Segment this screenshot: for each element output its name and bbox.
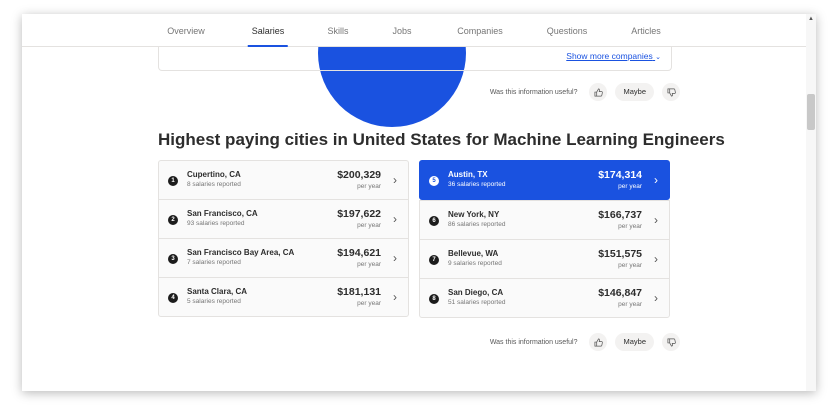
salary-period: per year xyxy=(357,261,381,268)
salaries-count: 7 salaries reported xyxy=(187,259,241,266)
salaries-count: 51 salaries reported xyxy=(448,299,506,306)
city-row[interactable]: 3 San Francisco Bay Area, CA 7 salaries … xyxy=(158,238,409,278)
tab-companies[interactable]: Companies xyxy=(457,14,503,46)
cities-column-right: 5 Austin, TX 36 salaries reported $174,3… xyxy=(419,160,670,318)
chevron-right-icon: › xyxy=(393,212,397,226)
city-row[interactable]: 2 San Francisco, CA 93 salaries reported… xyxy=(158,199,409,239)
chevron-down-icon: ⌄ xyxy=(655,54,661,61)
thumbs-up-icon xyxy=(594,338,603,346)
salary-period: per year xyxy=(618,183,642,190)
maybe-button[interactable]: Maybe xyxy=(615,333,654,351)
tab-overview[interactable]: Overview xyxy=(167,14,205,46)
city-name: San Francisco, CA xyxy=(187,209,258,218)
city-name: Austin, TX xyxy=(448,170,488,179)
chevron-right-icon: › xyxy=(393,173,397,187)
cities-column-left: 1 Cupertino, CA 8 salaries reported $200… xyxy=(158,160,409,317)
city-row[interactable]: 6 New York, NY 86 salaries reported $166… xyxy=(419,200,670,240)
chevron-right-icon: › xyxy=(654,252,658,266)
city-salary: $181,131 xyxy=(337,286,381,298)
salaries-count: 5 salaries reported xyxy=(187,298,241,305)
city-row[interactable]: 8 San Diego, CA 51 salaries reported $14… xyxy=(419,278,670,318)
city-salary: $166,737 xyxy=(598,209,642,221)
tab-salaries[interactable]: Salaries xyxy=(247,14,288,47)
city-name: San Diego, CA xyxy=(448,288,504,297)
rank-badge: 8 xyxy=(429,294,439,304)
city-salary: $174,314 xyxy=(598,169,642,181)
chevron-right-icon: › xyxy=(393,251,397,265)
companies-panel: Show more companies ⌄ xyxy=(158,46,672,71)
salaries-count: 86 salaries reported xyxy=(448,221,506,228)
chevron-right-icon: › xyxy=(654,213,658,227)
salaries-count: 36 salaries reported xyxy=(448,181,506,188)
city-salary: $146,847 xyxy=(598,287,642,299)
chevron-right-icon: › xyxy=(654,291,658,305)
thumbs-down-icon xyxy=(667,338,676,346)
salary-period: per year xyxy=(357,300,381,307)
show-more-label: Show more companies xyxy=(566,51,653,61)
salaries-count: 8 salaries reported xyxy=(187,181,241,188)
show-more-companies-link[interactable]: Show more companies ⌄ xyxy=(566,51,661,61)
city-name: Bellevue, WA xyxy=(448,249,499,258)
tab-articles[interactable]: Articles xyxy=(631,14,661,46)
salary-period: per year xyxy=(357,222,381,229)
salary-period: per year xyxy=(618,301,642,308)
city-name: San Francisco Bay Area, CA xyxy=(187,248,295,257)
salaries-count: 93 salaries reported xyxy=(187,220,245,227)
salary-nav-bar: Overview Salaries Skills Jobs Companies … xyxy=(22,14,806,47)
tab-jobs[interactable]: Jobs xyxy=(392,14,411,46)
scroll-up-arrow-icon[interactable]: ▲ xyxy=(808,16,814,22)
city-salary: $151,575 xyxy=(598,248,642,260)
feedback-question: Was this information useful? xyxy=(489,88,578,96)
city-name: Santa Clara, CA xyxy=(187,287,248,296)
feedback-bar-top: Was this information useful? Maybe xyxy=(490,83,680,101)
city-row[interactable]: 4 Santa Clara, CA 5 salaries reported $1… xyxy=(158,277,409,317)
thumbs-down-icon xyxy=(667,88,676,96)
city-name: Cupertino, CA xyxy=(187,170,241,179)
city-salary: $197,622 xyxy=(337,208,381,220)
tab-questions[interactable]: Questions xyxy=(547,14,588,46)
rank-badge: 4 xyxy=(168,293,178,303)
salary-period: per year xyxy=(357,183,381,190)
feedback-bar-bottom: Was this information useful? Maybe xyxy=(490,333,680,351)
thumbs-down-button[interactable] xyxy=(662,83,680,101)
city-name: New York, NY xyxy=(448,210,500,219)
thumbs-up-button[interactable] xyxy=(589,333,608,351)
city-row[interactable]: 1 Cupertino, CA 8 salaries reported $200… xyxy=(158,160,409,200)
rank-badge: 7 xyxy=(429,255,439,265)
chevron-right-icon: › xyxy=(393,290,397,304)
city-salary: $200,329 xyxy=(337,169,381,181)
rank-badge: 2 xyxy=(168,215,178,225)
vertical-scrollbar[interactable]: ▲ xyxy=(806,14,816,391)
feedback-question: Was this information useful? xyxy=(489,338,578,346)
tab-salaries-label: Salaries xyxy=(251,26,285,36)
rank-badge: 1 xyxy=(168,176,178,186)
city-row[interactable]: 7 Bellevue, WA 9 salaries reported $151,… xyxy=(419,239,670,279)
rank-badge: 3 xyxy=(168,254,178,264)
active-tab-indicator xyxy=(247,45,288,47)
city-row-selected[interactable]: 5 Austin, TX 36 salaries reported $174,3… xyxy=(419,160,670,200)
highest-paying-cities-heading: Highest paying cities in United States f… xyxy=(158,130,725,149)
browser-viewport: Overview Salaries Skills Jobs Companies … xyxy=(22,14,816,391)
salaries-count: 9 salaries reported xyxy=(448,260,502,267)
rank-badge: 6 xyxy=(429,216,439,226)
thumbs-up-button[interactable] xyxy=(589,83,608,101)
thumbs-down-button[interactable] xyxy=(662,333,680,351)
chevron-right-icon: › xyxy=(654,173,658,187)
thumbs-up-icon xyxy=(594,88,603,96)
maybe-button[interactable]: Maybe xyxy=(615,83,654,101)
city-salary: $194,621 xyxy=(337,247,381,259)
scrollbar-thumb[interactable] xyxy=(807,94,815,130)
salary-period: per year xyxy=(618,223,642,230)
tab-skills[interactable]: Skills xyxy=(327,14,348,46)
rank-badge: 5 xyxy=(429,176,439,186)
salary-period: per year xyxy=(618,262,642,269)
